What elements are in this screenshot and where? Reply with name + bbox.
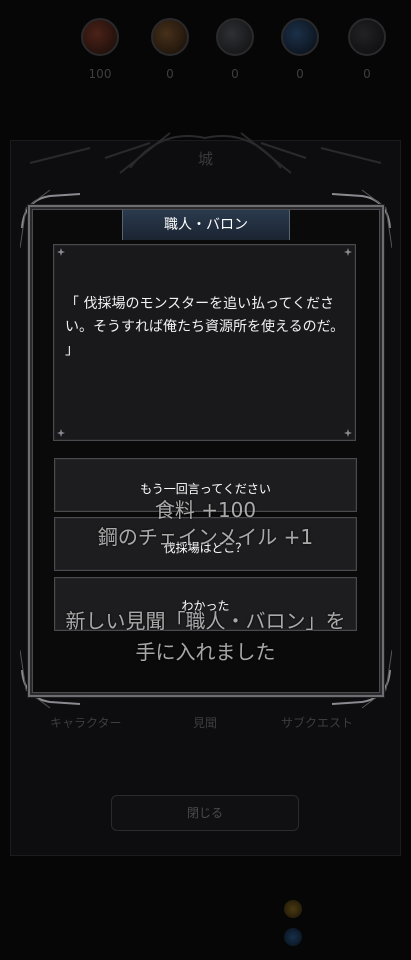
resource-value: 0 [363, 67, 371, 81]
blue-orb-icon [281, 18, 319, 56]
gold-coin-icon [284, 900, 302, 918]
sparkle-icon [344, 429, 352, 437]
resource-value: 0 [231, 67, 239, 81]
sparkle-icon [57, 248, 65, 256]
reward-knowledge-line2: 手に入れました [135, 640, 276, 664]
resource-slot: 0 [275, 18, 325, 81]
blue-gem-icon [284, 928, 302, 946]
sparkle-icon [344, 248, 352, 256]
reward-knowledge-line1: 新しい見聞「職人・バロン」を [65, 609, 346, 633]
tab-bar: キャラクター 見聞 サブクエスト [0, 714, 411, 734]
resource-value: 0 [166, 67, 174, 81]
close-button[interactable]: 閉じる [111, 795, 299, 831]
panel-title: 城 [197, 150, 213, 168]
grey-orb-icon [216, 18, 254, 56]
orange-orb-icon [151, 18, 189, 56]
tab-knowledge[interactable]: 見聞 [193, 714, 217, 731]
resource-slot: 0 [145, 18, 195, 81]
red-orb-icon [81, 18, 119, 56]
speaker-name: 職人・バロン [122, 210, 290, 240]
dark-orb-icon [348, 18, 386, 56]
resource-value: 0 [296, 67, 304, 81]
resource-slot: 0 [210, 18, 260, 81]
tab-subquest[interactable]: サブクエスト [281, 714, 353, 731]
reward-chainmail: 鋼のチェインメイル +1 [97, 525, 314, 549]
tab-character[interactable]: キャラクター [50, 714, 122, 731]
speech-text: 「 伐採場のモンスターを追い払ってください。そうすれば俺たち資源所を使えるのだ。… [65, 296, 345, 358]
reward-food: 食料 +100 [154, 498, 257, 522]
resource-slot: 100 [75, 18, 125, 81]
resource-slot: 0 [342, 18, 392, 81]
resource-value: 100 [88, 67, 112, 81]
sparkle-icon [57, 429, 65, 437]
resource-bar: 100 0 0 0 0 [0, 18, 411, 88]
